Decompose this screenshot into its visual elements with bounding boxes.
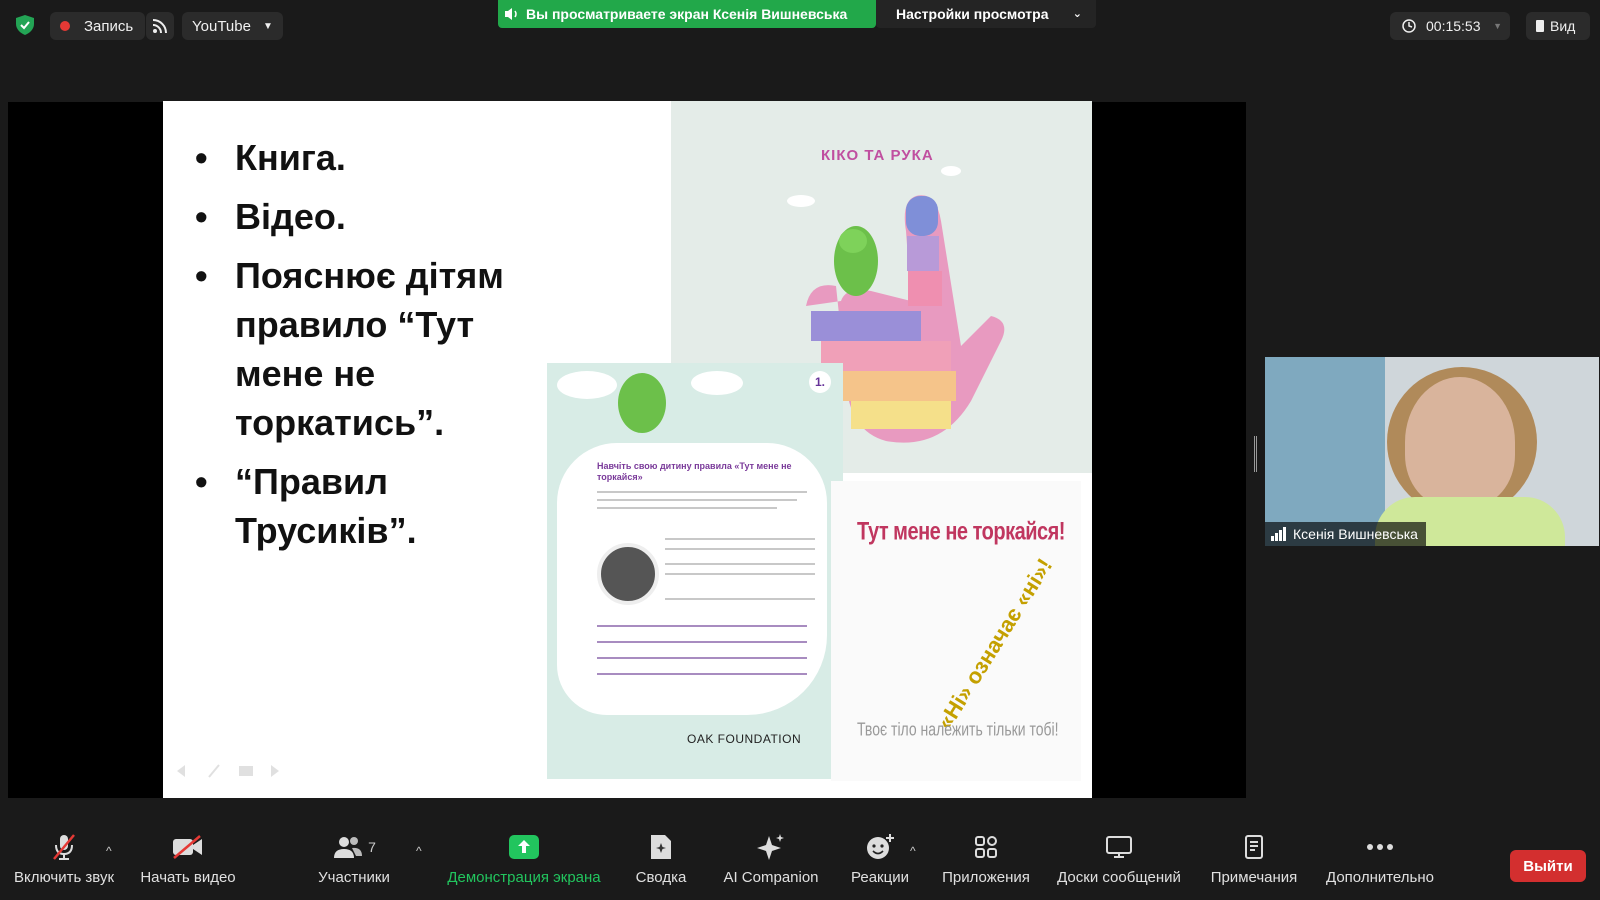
share-banner-text: Вы просматриваете экран Ксенія Вишневськ… [526, 6, 848, 22]
slideshow-controls[interactable] [173, 761, 283, 781]
summary-button[interactable]: Сводка [632, 828, 690, 900]
record-label: Запись [84, 17, 134, 35]
participants-icon [334, 837, 363, 858]
live-stream-button[interactable] [146, 12, 174, 40]
view-options-dropdown[interactable]: Настройки просмотра ⌄ [876, 0, 1096, 28]
participants-options-chevron-icon[interactable]: ^ [416, 844, 422, 858]
participant-name: Ксенія Вишневська [1293, 526, 1418, 542]
text-line [597, 499, 797, 501]
poster-bottom-text: Твоє тіло належить тільки тобі! [857, 718, 1059, 740]
layout-icon [1536, 20, 1544, 32]
toc-line [597, 625, 807, 627]
start-video-button[interactable]: Начать видео [138, 828, 238, 900]
presentation-slide: Книга. Відео. Пояснює дітям правило “Тут… [163, 101, 1092, 798]
participant-video-tile[interactable]: Ксенія Вишневська [1265, 357, 1599, 546]
ai-companion-label: AI Companion [723, 869, 819, 886]
more-dots-icon [1367, 844, 1393, 850]
shield-check-icon[interactable] [14, 14, 36, 36]
poster-image: Тут мене не торкайся! «Ні» означає «ні»!… [831, 481, 1081, 781]
cloud-decoration [557, 371, 743, 433]
view-button[interactable]: Вид [1526, 12, 1590, 40]
more-button[interactable]: Дополнительно [1322, 828, 1438, 900]
sparkle-icon [757, 834, 784, 860]
oak-foundation-logo: OAK FOUNDATION [687, 732, 802, 746]
reactions-button[interactable]: Реакции [848, 828, 912, 900]
view-label: Вид [1550, 18, 1576, 34]
video-off-icon [173, 835, 202, 859]
text-line [665, 538, 815, 540]
more-label: Дополнительно [1326, 869, 1434, 886]
summary-label: Сводка [635, 869, 687, 886]
toc-line [597, 657, 807, 659]
recording-indicator[interactable]: Запись [50, 12, 146, 40]
emoji-add-icon [867, 834, 894, 859]
poster-diagonal-text: «Ні» означає «ні»! [932, 553, 1058, 734]
slide-bullet-list: Книга. Відео. Пояснює дітям правило “Тут… [195, 133, 515, 565]
whiteboards-label: Доски сообщений [1057, 869, 1181, 886]
share-screen-label: Демонстрация экрана [447, 869, 601, 886]
leave-meeting-button[interactable]: Выйти [1510, 850, 1586, 882]
meeting-timer[interactable]: 00:15:53 ▼ [1390, 12, 1510, 40]
poster-title: Тут мене не торкайся! [857, 518, 1065, 546]
leaflet-page-image: 1. Навчіть свою дитину правила «Тут мене… [547, 363, 843, 779]
record-dot-icon [60, 21, 70, 31]
slide-bullet: Відео. [195, 192, 515, 241]
start-video-label: Начать видео [140, 869, 236, 886]
text-line [665, 598, 815, 600]
stream-target-label: YouTube [192, 17, 251, 35]
stream-target-dropdown[interactable]: YouTube ▼ [182, 12, 283, 40]
share-screen-button[interactable]: Демонстрация экрана [444, 828, 604, 900]
notes-button[interactable]: Примечания [1208, 828, 1300, 900]
broadcast-icon [152, 19, 167, 34]
apps-button[interactable]: Приложения [940, 828, 1032, 900]
toc-line [597, 641, 807, 643]
participant-face [1405, 377, 1515, 507]
apps-icon [975, 836, 997, 858]
meeting-top-bar: Запись YouTube ▼ Вы просматриваете экран… [0, 0, 1600, 52]
text-line [597, 507, 777, 509]
ai-companion-button[interactable]: AI Companion [718, 828, 824, 900]
text-line [665, 573, 815, 575]
apps-label: Приложения [942, 869, 1030, 886]
notes-icon [1245, 835, 1263, 859]
chevron-down-icon: ⌄ [1072, 8, 1082, 20]
slide-bullet: “Правил Трусиків”. [195, 457, 515, 555]
speaker-icon [505, 8, 517, 20]
meeting-toolbar: Включить звук ^ Начать видео 7 Участники… [0, 828, 1600, 900]
slide-bullet: Пояснює дітям правило “Тут мене не торка… [195, 251, 515, 447]
whiteboard-icon [1106, 836, 1132, 858]
leaflet-heading: Навчіть свою дитину правила «Тут мене не… [597, 461, 792, 482]
hand-stop-icon [597, 543, 659, 605]
panel-resize-handle[interactable] [1254, 436, 1257, 472]
participant-nameplate: Ксенія Вишневська [1265, 522, 1426, 546]
participants-count: 7 [368, 839, 376, 855]
unmute-button[interactable]: Включить звук [12, 828, 116, 900]
summary-document-icon [651, 835, 671, 859]
caret-down-icon: ▼ [262, 20, 273, 32]
participants-button[interactable]: 7 Участники [314, 828, 394, 900]
text-line [665, 548, 815, 550]
timer-value: 00:15:53 [1426, 18, 1481, 34]
leaflet-page-number: 1. [809, 371, 831, 393]
unmute-label: Включить звук [13, 869, 115, 886]
text-line [597, 491, 807, 493]
microphone-muted-icon [53, 834, 75, 860]
audio-options-chevron-icon[interactable]: ^ [106, 844, 112, 858]
reactions-options-chevron-icon[interactable]: ^ [910, 844, 916, 858]
view-options-label: Настройки просмотра [896, 6, 1049, 22]
participants-label: Участники [318, 869, 390, 886]
text-line [665, 563, 815, 565]
video-background [1265, 357, 1385, 546]
slide-bullet: Книга. [195, 133, 515, 182]
signal-strength-icon [1271, 527, 1287, 541]
whiteboards-button[interactable]: Доски сообщений [1054, 828, 1184, 900]
toc-line [597, 673, 807, 675]
share-screen-icon [509, 835, 539, 859]
notes-label: Примечания [1210, 869, 1298, 886]
screen-share-banner: Вы просматриваете экран Ксенія Вишневськ… [498, 0, 876, 28]
caret-down-icon: ▼ [1493, 21, 1502, 31]
clock-icon [1402, 19, 1416, 33]
reactions-label: Реакции [851, 869, 909, 886]
